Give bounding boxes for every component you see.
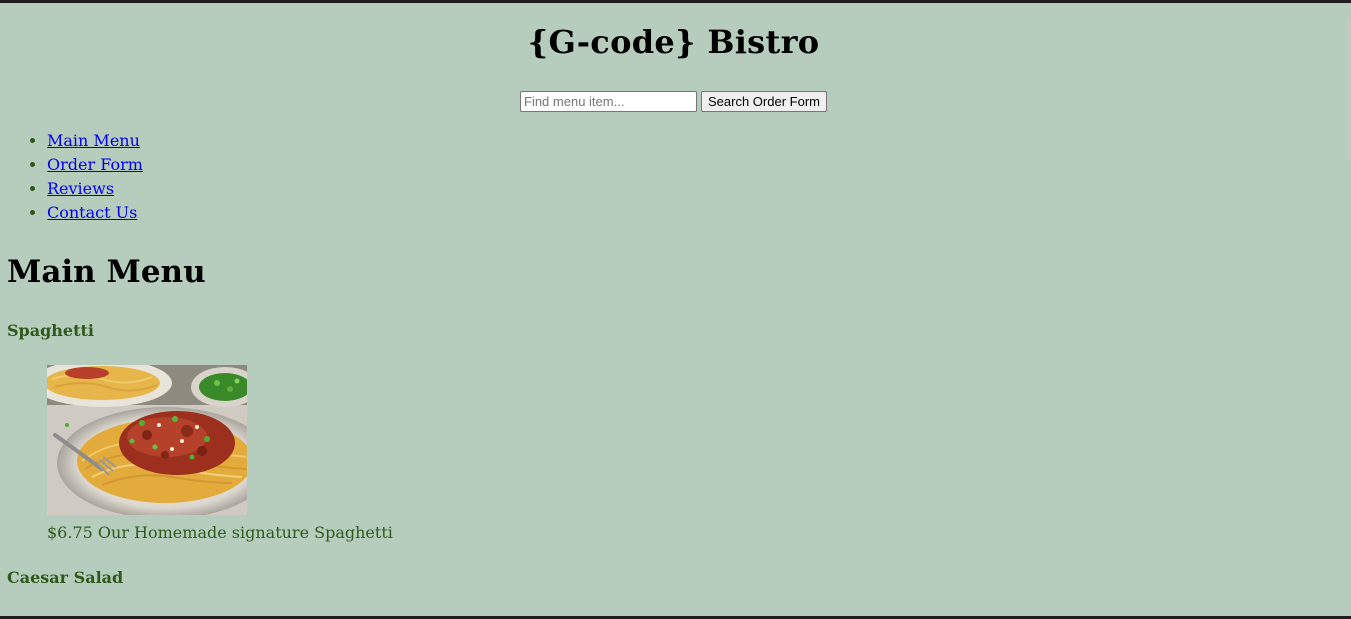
site-title: {G-code} Bistro — [527, 23, 820, 61]
menu-item-description-spaghetti: $6.75 Our Homemade signature Spaghetti — [47, 523, 393, 542]
nav-item-order-form: Order Form — [47, 153, 143, 177]
nav-link-main-menu[interactable]: Main Menu — [47, 131, 140, 150]
nav-item-main-menu: Main Menu — [47, 129, 143, 153]
nav-link-reviews[interactable]: Reviews — [47, 179, 114, 198]
scrollbar-thumb[interactable] — [1347, 20, 1350, 160]
nav-link-order-form[interactable]: Order Form — [47, 155, 143, 174]
search-input[interactable] — [520, 91, 697, 112]
nav-item-reviews: Reviews — [47, 177, 143, 201]
menu-item-name-caesar-salad: Caesar Salad — [7, 568, 124, 587]
nav-link-contact-us[interactable]: Contact Us — [47, 203, 137, 222]
window-top-border — [0, 0, 1351, 3]
search-order-form-button[interactable]: Search Order Form — [701, 91, 827, 112]
main-nav: Main Menu Order Form Reviews Contact Us — [0, 129, 143, 225]
nav-item-contact-us: Contact Us — [47, 201, 143, 225]
main-menu-heading: Main Menu — [7, 254, 206, 290]
search-form: Search Order Form — [0, 91, 1347, 112]
menu-item-name-spaghetti: Spaghetti — [7, 321, 94, 340]
spaghetti-photo — [47, 365, 247, 515]
